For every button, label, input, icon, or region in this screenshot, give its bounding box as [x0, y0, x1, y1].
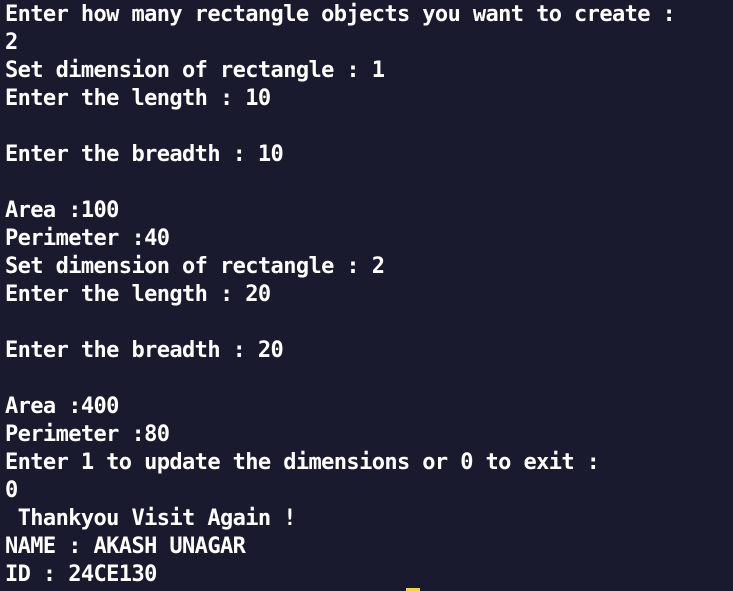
terminal-line: Set dimension of rectangle : 1 — [5, 58, 385, 83]
terminal-line: Thankyou Visit Again ! — [5, 506, 297, 531]
terminal-line: Enter the length : 20 — [5, 282, 271, 307]
terminal-line: Set dimension of rectangle : 2 — [5, 254, 385, 279]
terminal-line: Area :400 — [5, 394, 119, 419]
terminal-line: Enter the breadth : 20 — [5, 338, 284, 363]
terminal-line: Perimeter :40 — [5, 226, 170, 251]
terminal-line: Enter 1 to update the dimensions or 0 to… — [5, 450, 600, 475]
terminal-line: Enter how many rectangle objects you wan… — [5, 2, 676, 27]
terminal-line: NAME : AKASH UNAGAR — [5, 534, 246, 559]
terminal-line: 2 — [5, 30, 18, 55]
terminal-line: Enter the breadth : 10 — [5, 142, 284, 167]
terminal-line: ID : 24CE130 — [5, 562, 157, 587]
terminal-line: 0 — [5, 478, 18, 503]
terminal-line: Area :100 — [5, 198, 119, 223]
terminal-line: Enter the length : 10 — [5, 86, 271, 111]
terminal-line: Perimeter :80 — [5, 422, 170, 447]
terminal-window[interactable]: Enter how many rectangle objects you wan… — [0, 0, 733, 591]
